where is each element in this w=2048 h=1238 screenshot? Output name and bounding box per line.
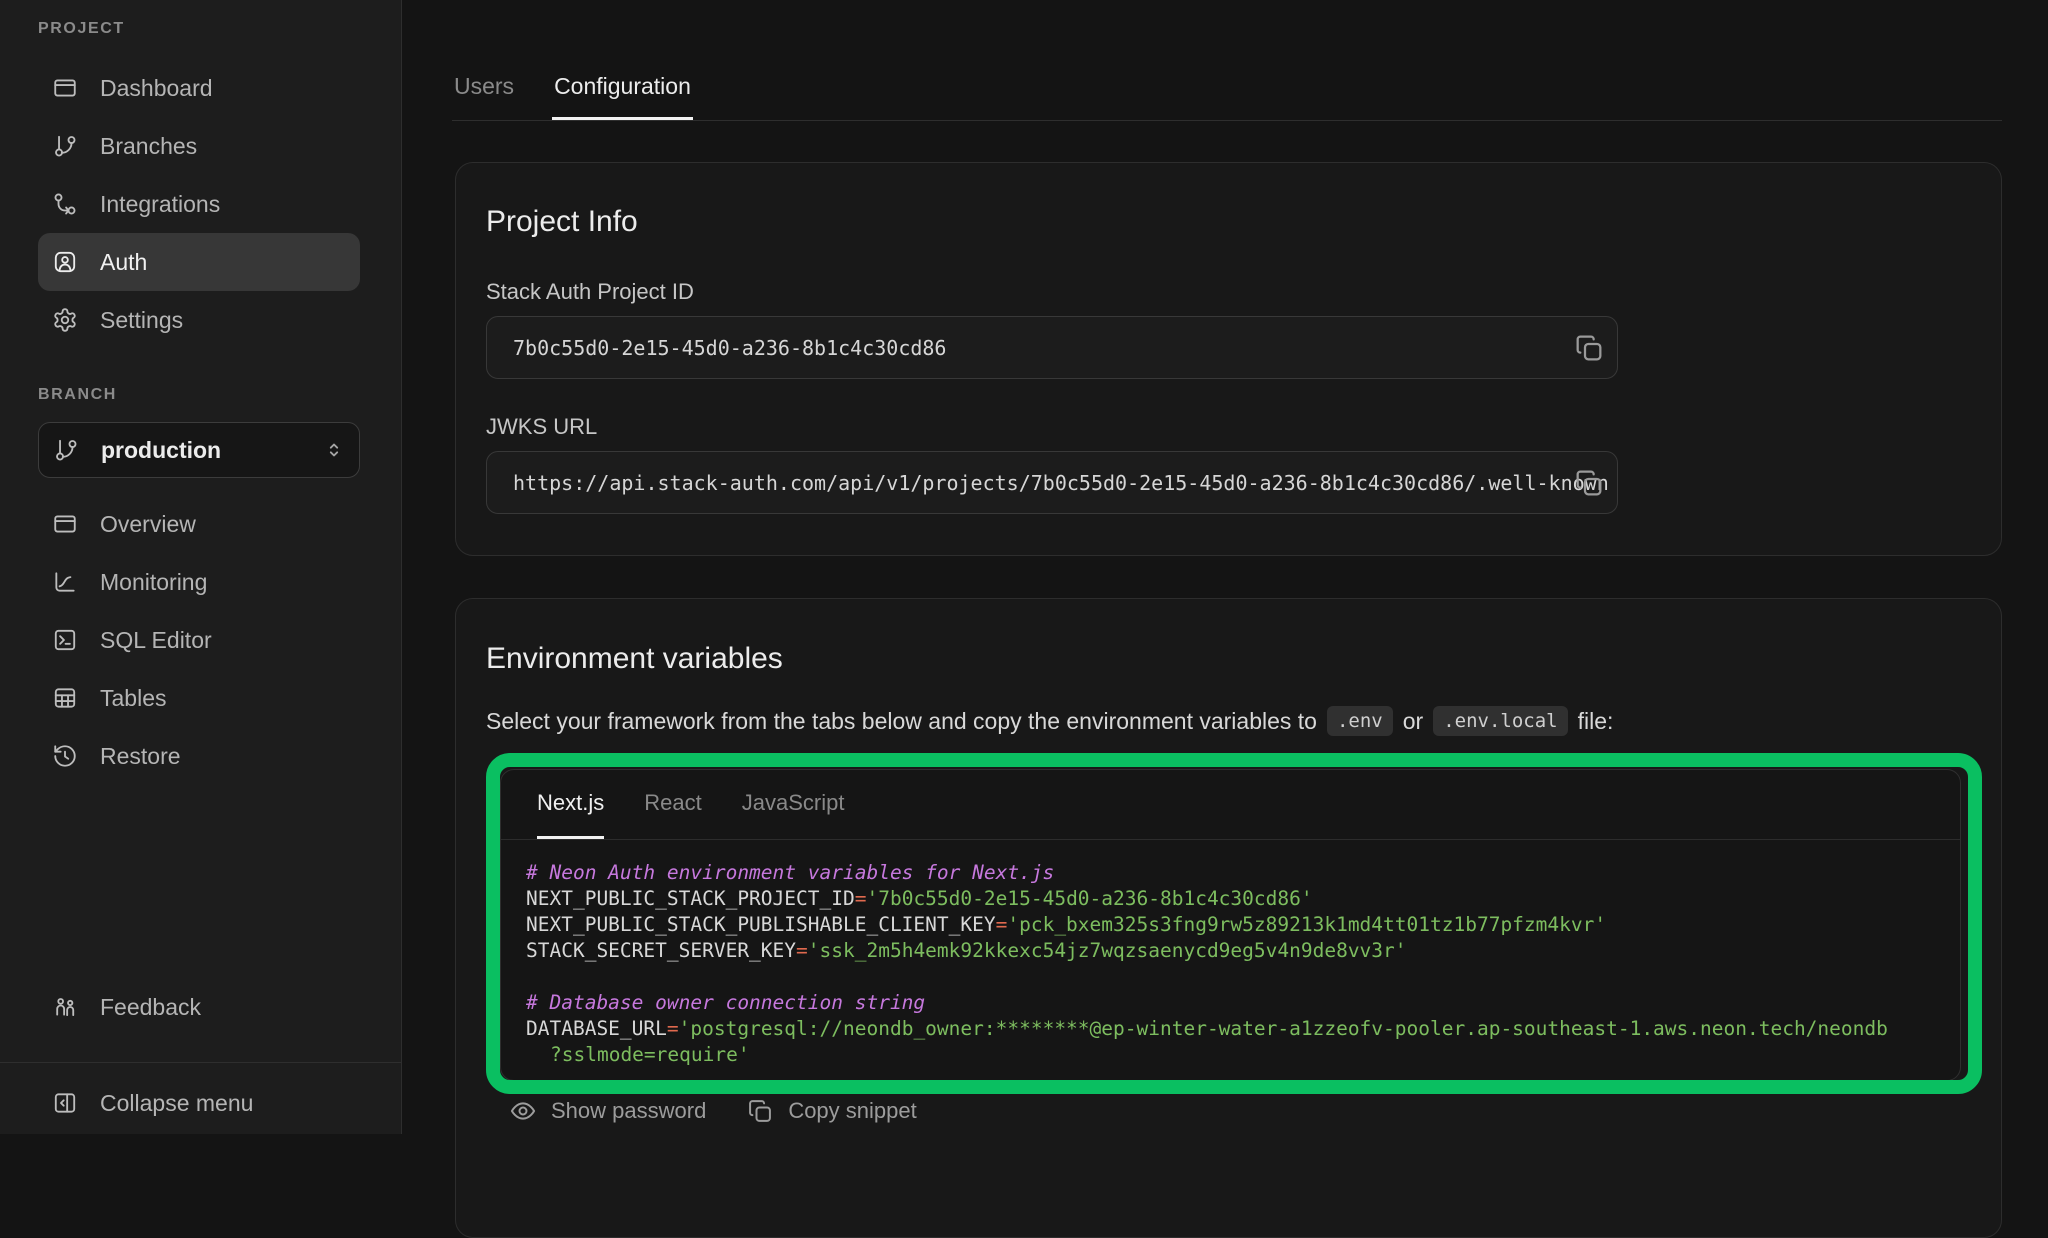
collapse-panel-icon [52, 1090, 78, 1116]
branch-section-label: BRANCH [38, 386, 117, 404]
feedback-nav: Feedback [38, 978, 360, 1036]
environment-variables-card: Environment variables Select your framew… [455, 598, 2002, 1238]
overview-icon [52, 511, 78, 537]
branches-icon [52, 133, 78, 159]
card-title: Environment variables [486, 642, 783, 676]
collapse-nav: Collapse menu [38, 1074, 360, 1132]
code-snippet-panel: Next.js React JavaScript # Neon Auth env… [500, 769, 1961, 1081]
sidebar-item-label: Branches [100, 133, 197, 160]
show-password-label: Show password [551, 1098, 706, 1124]
env-file-pill: .env [1327, 706, 1393, 736]
code-blank-line [526, 964, 1932, 990]
sidebar-item-integrations[interactable]: Integrations [38, 175, 360, 233]
tab-react[interactable]: React [644, 770, 701, 839]
jwks-url-field[interactable]: https://api.stack-auth.com/api/v1/projec… [486, 451, 1618, 514]
copy-jwks-url-button[interactable] [1573, 467, 1605, 499]
branch-selector-value: production [101, 437, 221, 464]
sidebar-item-monitoring[interactable]: Monitoring [38, 553, 360, 611]
restore-icon [52, 743, 78, 769]
copy-snippet-button[interactable]: Copy snippet [746, 1097, 916, 1125]
sidebar-item-label: Feedback [100, 994, 201, 1021]
sidebar-item-feedback[interactable]: Feedback [38, 978, 360, 1036]
copy-icon [1573, 467, 1605, 499]
branch-nav: Overview Monitoring SQL Editor Tables Re… [38, 495, 360, 785]
sidebar-item-dashboard[interactable]: Dashboard [38, 59, 360, 117]
sidebar-item-label: Integrations [100, 191, 220, 218]
card-title: Project Info [486, 205, 638, 239]
sidebar-item-label: Overview [100, 511, 196, 538]
sidebar-item-overview[interactable]: Overview [38, 495, 360, 553]
env-description: Select your framework from the tabs belo… [486, 706, 1613, 736]
code-line: STACK_SECRET_SERVER_KEY='ssk_2m5h4emk92k… [526, 938, 1932, 964]
snippet-actions: Show password Copy snippet [509, 1097, 917, 1125]
sidebar-item-settings[interactable]: Settings [38, 291, 360, 349]
sidebar-item-label: Restore [100, 743, 181, 770]
sidebar-item-auth[interactable]: Auth [38, 233, 360, 291]
project-info-card: Project Info Stack Auth Project ID 7b0c5… [455, 162, 2002, 556]
sidebar-item-restore[interactable]: Restore [38, 727, 360, 785]
sidebar-item-label: Auth [100, 249, 147, 276]
code-line: NEXT_PUBLIC_STACK_PROJECT_ID='7b0c55d0-2… [526, 886, 1932, 912]
sidebar-item-sql-editor[interactable]: SQL Editor [38, 611, 360, 669]
code-line: ?sslmode=require' [526, 1042, 1932, 1068]
framework-tabs: Next.js React JavaScript [501, 770, 1960, 840]
copy-snippet-label: Copy snippet [788, 1098, 916, 1124]
copy-icon [746, 1097, 774, 1125]
sidebar-item-label: Dashboard [100, 75, 213, 102]
auth-icon [52, 249, 78, 275]
copy-project-id-button[interactable] [1573, 332, 1605, 364]
code-line: NEXT_PUBLIC_STACK_PUBLISHABLE_CLIENT_KEY… [526, 912, 1932, 938]
code-comment: # Neon Auth environment variables for Ne… [526, 861, 1054, 884]
sidebar-item-label: Settings [100, 307, 183, 334]
stack-auth-project-id-field[interactable]: 7b0c55d0-2e15-45d0-a236-8b1c4c30cd86 [486, 316, 1618, 379]
monitoring-icon [52, 569, 78, 595]
sidebar-divider [0, 1062, 401, 1063]
sidebar-item-branches[interactable]: Branches [38, 117, 360, 175]
sidebar-item-label: Collapse menu [100, 1090, 253, 1117]
stack-auth-project-id-label: Stack Auth Project ID [486, 279, 694, 305]
sidebar-item-label: Tables [100, 685, 166, 712]
jwks-url-label: JWKS URL [486, 414, 597, 440]
collapse-menu-button[interactable]: Collapse menu [38, 1074, 360, 1132]
dashboard-icon [52, 75, 78, 101]
env-description-text: Select your framework from the tabs belo… [486, 708, 1317, 735]
tab-users[interactable]: Users [452, 56, 516, 120]
sql-editor-icon [52, 627, 78, 653]
branch-selector[interactable]: production [38, 422, 360, 478]
eye-icon [509, 1097, 537, 1125]
page-tabs: Users Configuration [452, 56, 2002, 121]
sidebar-item-label: SQL Editor [100, 627, 212, 654]
jwks-url-value: https://api.stack-auth.com/api/v1/projec… [513, 471, 1609, 495]
chevron-up-down-icon [323, 439, 345, 461]
project-nav: Dashboard Branches Integrations Auth Set… [38, 59, 360, 349]
settings-icon [52, 307, 78, 333]
stack-auth-project-id-value: 7b0c55d0-2e15-45d0-a236-8b1c4c30cd86 [513, 336, 946, 360]
env-description-text: file: [1578, 708, 1614, 735]
code-comment: # Database owner connection string [526, 991, 925, 1014]
feedback-icon [52, 994, 78, 1020]
env-description-text: or [1403, 708, 1423, 735]
code-line: DATABASE_URL='postgresql://neondb_owner:… [526, 1016, 1932, 1042]
sidebar-item-tables[interactable]: Tables [38, 669, 360, 727]
tab-javascript[interactable]: JavaScript [742, 770, 845, 839]
integrations-icon [52, 191, 78, 217]
tab-configuration[interactable]: Configuration [552, 56, 693, 120]
project-section-label: PROJECT [38, 20, 125, 38]
env-local-file-pill: .env.local [1433, 706, 1567, 736]
tab-nextjs[interactable]: Next.js [537, 770, 604, 839]
sidebar: PROJECT Dashboard Branches Integrations … [0, 0, 402, 1134]
copy-icon [1573, 332, 1605, 364]
env-code-block: # Neon Auth environment variables for Ne… [501, 840, 1960, 1068]
show-password-button[interactable]: Show password [509, 1097, 706, 1125]
sidebar-item-label: Monitoring [100, 569, 207, 596]
branch-icon [53, 437, 79, 463]
tables-icon [52, 685, 78, 711]
